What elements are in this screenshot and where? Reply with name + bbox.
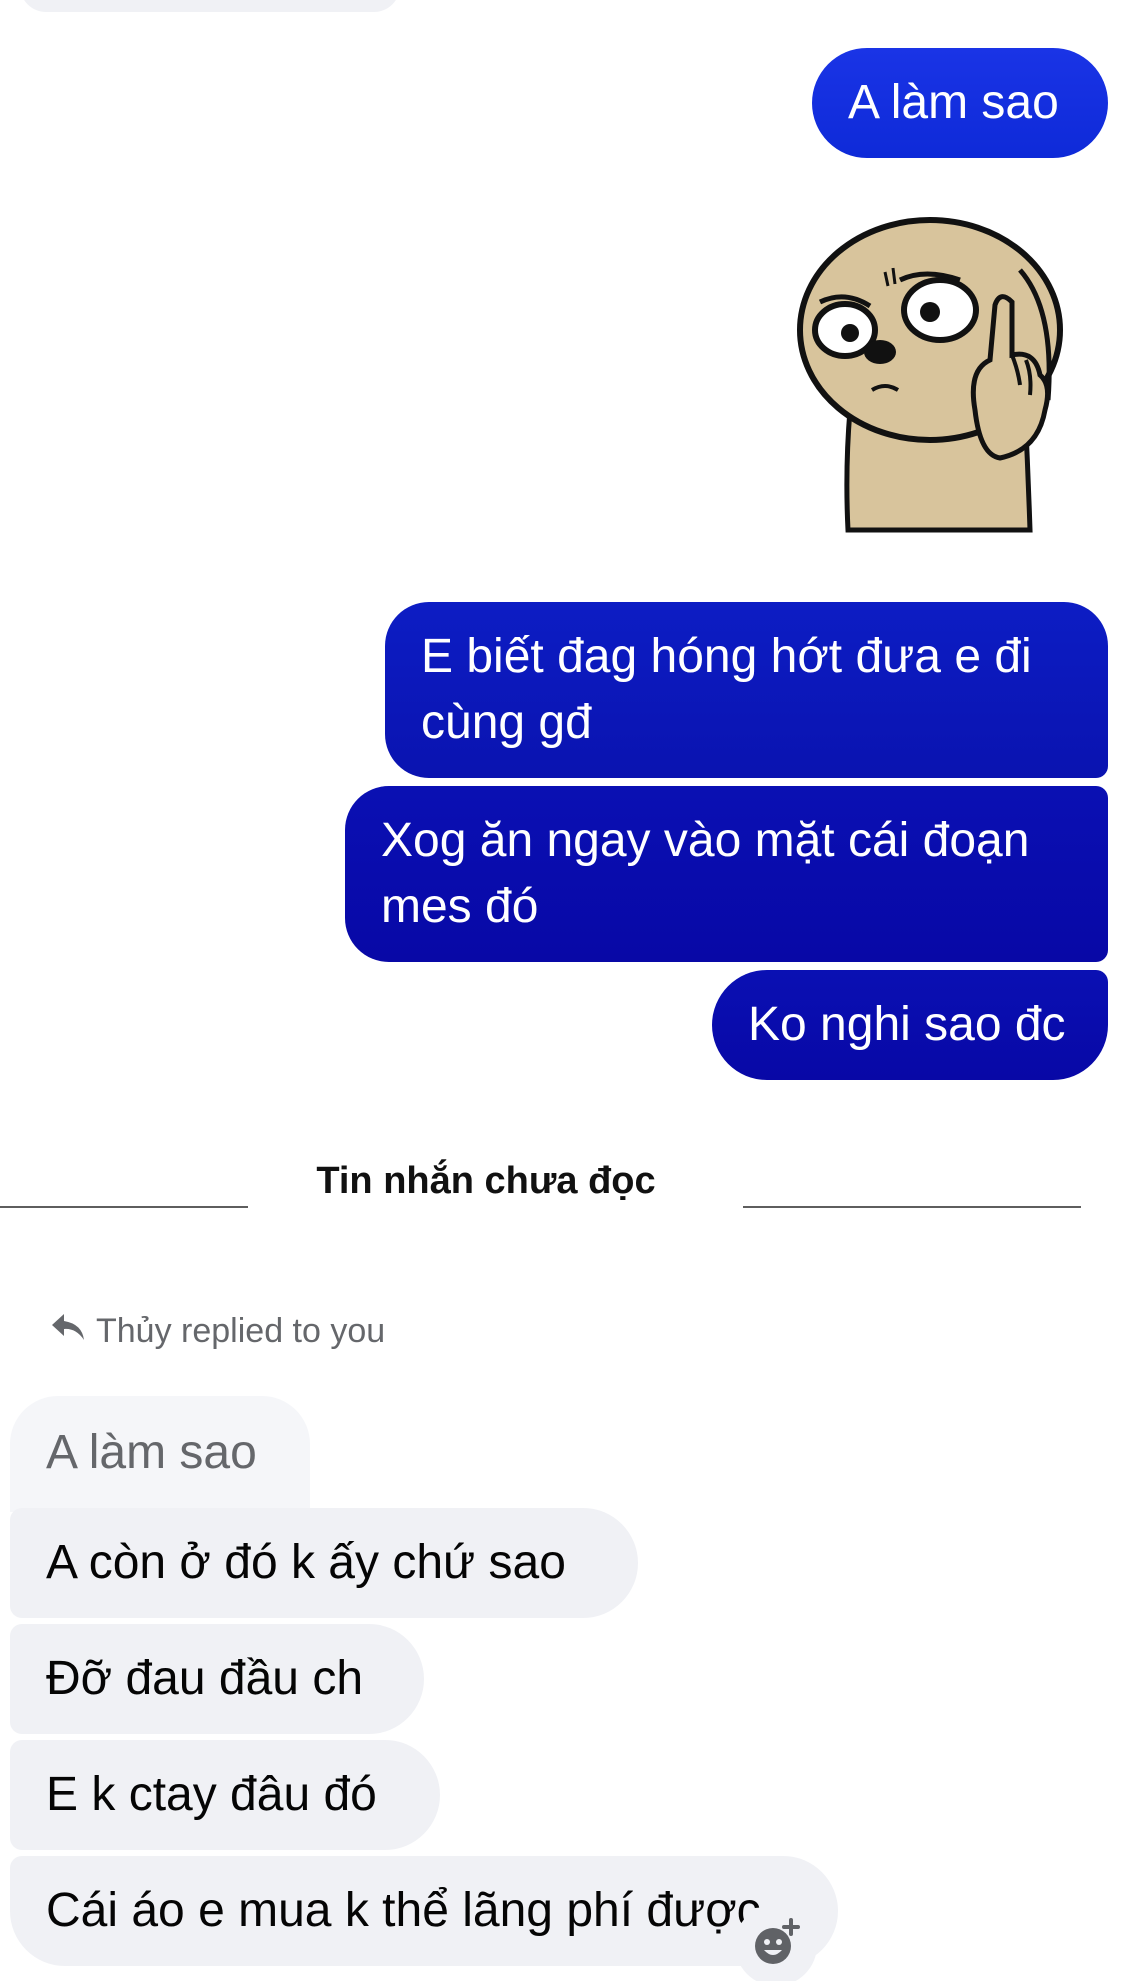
- received-message-bubble[interactable]: Đỡ đau đầu ch: [10, 1624, 424, 1734]
- message-text: E k ctay đâu đó: [46, 1768, 377, 1821]
- sent-message-bubble[interactable]: A làm sao: [812, 48, 1108, 158]
- divider-line-right: [743, 1206, 1081, 1208]
- sloth-sticker-icon[interactable]: [790, 210, 1080, 540]
- message-text: A còn ở đó k ấy chứ sao: [46, 1536, 566, 1589]
- message-text: A làm sao: [848, 76, 1059, 129]
- received-message-bubble[interactable]: Cái áo e mua k thể lãng phí được: [10, 1856, 838, 1966]
- quoted-message-text: A làm sao: [46, 1426, 257, 1479]
- reply-caption-text: Thủy replied to you: [96, 1312, 386, 1350]
- message-text: Đỡ đau đầu ch: [46, 1652, 364, 1705]
- sent-message-bubble[interactable]: Ko nghi sao đc: [712, 970, 1108, 1080]
- add-reaction-button[interactable]: [735, 1904, 817, 1981]
- chat-thread: A làm sao E biết đag hóng hớt đưa e đi c…: [0, 0, 1131, 1981]
- reply-caption: Thủy replied to you: [50, 1312, 385, 1351]
- message-text: Xog ăn ngay vào mặt cái đoạn mes đó: [381, 814, 1030, 933]
- message-text: E biết đag hóng hớt đưa e đi cùng gđ: [421, 630, 1032, 749]
- quoted-message-bubble[interactable]: A làm sao: [10, 1396, 310, 1512]
- divider-line-left: [0, 1206, 248, 1208]
- previous-message-bubble[interactable]: [20, 0, 400, 12]
- add-reaction-icon: [751, 1917, 801, 1973]
- message-text: Ko nghi sao đc: [748, 998, 1066, 1051]
- received-message-bubble[interactable]: E k ctay đâu đó: [10, 1740, 440, 1850]
- reply-arrow-icon: [50, 1312, 86, 1351]
- sent-message-bubble[interactable]: E biết đag hóng hớt đưa e đi cùng gđ: [385, 602, 1108, 778]
- received-message-bubble[interactable]: A còn ở đó k ấy chứ sao: [10, 1508, 638, 1618]
- message-text: Cái áo e mua k thể lãng phí được: [46, 1884, 761, 1937]
- sent-message-bubble[interactable]: Xog ăn ngay vào mặt cái đoạn mes đó: [345, 786, 1108, 962]
- unread-divider-label: Tin nhắn chưa đọc: [316, 1160, 656, 1202]
